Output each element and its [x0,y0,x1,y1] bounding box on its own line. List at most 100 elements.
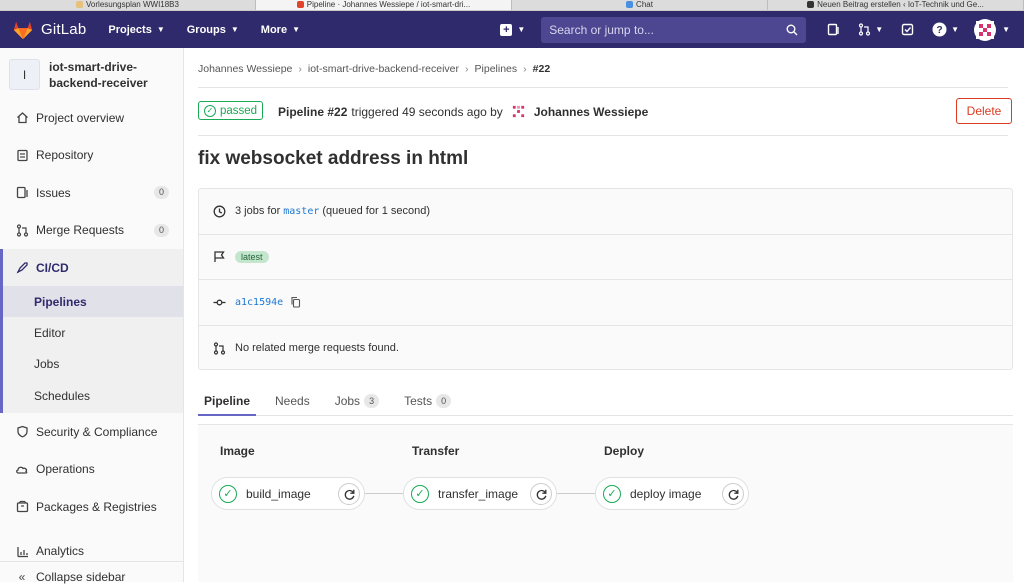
issues-nav-button[interactable] [827,23,840,36]
sidebar-item-label: Merge Requests [36,223,125,238]
pipeline-header-info: Pipeline #22 triggered 49 seconds ago by… [278,104,648,119]
commit-icon [213,296,226,309]
pipeline-triggered-text: triggered 49 seconds ago by [351,104,503,119]
retry-job-button[interactable] [722,483,744,505]
chevron-down-icon: ▼ [875,25,884,34]
brand-name: GitLab [41,21,87,38]
breadcrumb: Johannes Wessiepe › iot-smart-drive-backe… [198,63,550,75]
job-transfer-image[interactable]: ✓ transfer_image [403,477,557,510]
merge-requests-info-row: No related merge requests found. [199,326,1012,372]
divider [198,135,1008,136]
gitlab-favicon-icon [296,1,304,8]
todo-icon [901,23,914,36]
chevron-down-icon: ▼ [951,25,960,34]
branch-link[interactable]: master [283,206,319,217]
status-success-icon: ✓ [219,484,237,503]
job-name: deploy image [630,486,702,501]
retry-icon [536,489,546,500]
sidebar-item-project-overview[interactable]: Project overview [0,99,183,137]
pipeline-user-link[interactable]: Johannes Wessiepe [534,105,649,119]
retry-job-button[interactable] [338,483,360,505]
check-circle-icon: ✓ [204,104,216,117]
sidebar-project-header[interactable]: I iot-smart-drive-backend-receiver [0,48,183,99]
sidebar-subitem-jobs[interactable]: Jobs [3,348,183,379]
home-icon [15,111,29,125]
sidebar-subitem-pipelines[interactable]: Pipelines [3,286,183,317]
rocket-icon [15,261,29,275]
user-avatar [510,104,526,119]
latest-tag-badge: latest [235,250,269,263]
breadcrumb-user[interactable]: Johannes Wessiepe [198,63,292,75]
issues-icon [15,186,29,200]
user-avatar-button[interactable] [974,18,997,41]
pipeline-graph: Image Transfer Deploy ✓ build_image ✓ tr… [198,424,1013,582]
merge-requests-nav-button[interactable]: ▼ [858,23,883,36]
breadcrumb-current[interactable]: #22 [533,63,551,75]
sidebar-item-operations[interactable]: Operations [0,451,183,489]
chevron-down-icon: ▼ [156,25,165,34]
commit-sha-link[interactable]: a1c1594e [235,297,283,308]
nav-groups[interactable]: Groups ▼ [187,24,239,36]
gitlab-logo[interactable]: GitLab [12,19,86,41]
browser-tab[interactable]: Neuen Beitrag erstellen ‹ IoT-Technik un… [768,0,1024,10]
tab-pipeline[interactable]: Pipeline [198,388,257,416]
commit-info-row: a1c1594e [199,280,1012,326]
sidebar-item-issues[interactable]: Issues 0 [0,174,183,212]
merge-request-icon [213,342,226,355]
copy-sha-button[interactable] [290,296,301,308]
tags-info-row: latest [199,235,1012,280]
nav-projects[interactable]: Projects ▼ [108,24,164,36]
browser-tab[interactable]: Vorlesungsplan WWI18B3 [0,0,256,10]
clock-icon [213,205,226,218]
browser-tab-strip: Vorlesungsplan WWI18B3 Pipeline · Johann… [0,0,1024,11]
breadcrumb-pipelines[interactable]: Pipelines [475,63,518,75]
browser-tab[interactable]: Chat [512,0,768,10]
tab-tests[interactable]: Tests 0 [398,388,457,416]
svg-text:?: ? [937,25,943,36]
sidebar-item-label: Repository [36,148,94,163]
nav-more[interactable]: More ▼ [261,24,300,36]
commit-title: fix websocket address in html [198,148,469,169]
search-input[interactable]: Search or jump to... [541,16,807,43]
retry-job-button[interactable] [530,483,552,505]
status-label: passed [220,104,258,117]
stage-connector [557,493,597,494]
sidebar-item-security[interactable]: Security & Compliance [0,413,183,451]
tab-jobs[interactable]: Jobs 3 [329,388,385,416]
flag-icon [213,250,226,263]
sidebar-item-analytics[interactable]: Analytics [0,526,183,563]
issues-icon [828,23,839,36]
job-name: transfer_image [438,486,519,501]
stage-title-deploy: Deploy [604,444,645,458]
tab-needs[interactable]: Needs [269,388,316,416]
todos-nav-button[interactable] [901,23,914,36]
chevron-down-icon: ▼ [230,25,239,34]
sidebar-item-repository[interactable]: Repository [0,137,183,175]
jobs-info-row: 3 jobs for master (queued for 1 second) [199,189,1012,235]
merge-request-icon [859,23,871,36]
new-dropdown-button[interactable]: + ▼ [500,23,526,36]
search-icon [786,24,798,35]
chart-icon [15,544,29,558]
sidebar-item-cicd[interactable]: CI/CD [3,249,183,286]
chevron-down-icon: ▼ [292,25,300,34]
project-avatar: I [9,59,40,90]
document-icon [15,148,29,162]
delete-pipeline-button[interactable]: Delete [956,98,1012,124]
job-deploy-image[interactable]: ✓ deploy image [595,477,749,510]
browser-tab-active[interactable]: Pipeline · Johannes Wessiepe / iot-smart… [256,0,512,10]
sidebar-subitem-editor[interactable]: Editor [3,317,183,348]
sidebar-subitem-schedules[interactable]: Schedules [3,379,183,413]
job-build-image[interactable]: ✓ build_image [211,477,365,510]
plus-icon: + [500,23,513,36]
stage-title-transfer: Transfer [412,444,460,458]
sidebar-item-label: Security & Compliance [36,424,158,439]
sidebar-item-merge-requests[interactable]: Merge Requests 0 [0,212,183,250]
help-nav-button[interactable]: ? ▼ [932,22,959,37]
sidebar-item-packages[interactable]: Packages & Registries [0,488,183,526]
chevron-down-icon: ▼ [1002,25,1010,34]
collapse-sidebar-button[interactable]: « Collapse sidebar [0,561,183,587]
breadcrumb-project[interactable]: iot-smart-drive-backend-receiver [308,63,459,75]
pipeline-status-badge[interactable]: ✓ passed [198,101,264,120]
chevron-down-icon: ▼ [517,25,526,34]
